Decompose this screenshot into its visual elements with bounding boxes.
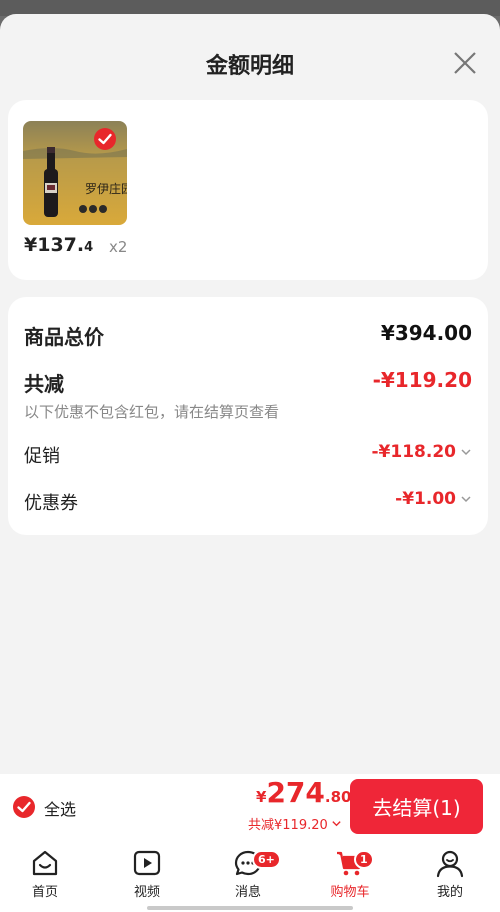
chevron-down-icon xyxy=(461,496,471,503)
close-button[interactable] xyxy=(450,48,480,78)
promotion-label: 促销 xyxy=(24,446,60,467)
product-card: 罗伊庄园 ¥137.4 x2 xyxy=(8,100,488,280)
product-quantity: x2 xyxy=(109,238,128,256)
saved-amount-toggle[interactable]: 共减¥119.20 xyxy=(248,814,342,833)
video-icon xyxy=(133,850,161,876)
bottom-tab-bar: 首页 视频 消息 6+ 购物车 1 我的 xyxy=(0,842,500,912)
select-all-checkbox[interactable] xyxy=(12,795,36,819)
total-reduction-label: 共减 xyxy=(24,372,64,396)
checkout-button[interactable]: 去结算(1) xyxy=(350,779,483,834)
tab-profile[interactable]: 我的 xyxy=(410,848,490,908)
total-reduction-row: 共减 -¥119.20 xyxy=(24,368,472,396)
select-all-label[interactable]: 全选 xyxy=(44,796,76,820)
total-price-label: 商品总价 xyxy=(24,325,104,349)
total-price-value: ¥394.00 xyxy=(380,321,472,345)
promotion-row[interactable]: 促销 -¥118.20 xyxy=(24,442,472,468)
tab-cart[interactable]: 购物车 1 xyxy=(310,848,390,908)
sheet-title: 金额明细 xyxy=(205,54,294,79)
tab-messages[interactable]: 消息 6+ xyxy=(208,848,288,908)
tab-home[interactable]: 首页 xyxy=(5,848,85,908)
reduction-note: 以下优惠不包含红包，请在结算页查看 xyxy=(24,403,280,421)
coupon-row[interactable]: 优惠券 -¥1.00 xyxy=(24,489,472,515)
coupon-label: 优惠券 xyxy=(24,493,78,514)
svg-text:罗伊庄园: 罗伊庄园 xyxy=(85,181,127,196)
messages-badge: 6+ xyxy=(252,850,281,869)
home-icon xyxy=(32,850,58,876)
total-price-row: 商品总价 ¥394.00 xyxy=(24,321,472,349)
home-indicator xyxy=(147,906,353,910)
selected-check-icon[interactable] xyxy=(93,127,117,151)
chevron-down-icon xyxy=(332,821,341,827)
close-icon xyxy=(454,52,476,74)
product-price: ¥137.4 xyxy=(24,234,94,256)
coupon-value[interactable]: -¥1.00 xyxy=(395,489,472,509)
tab-video[interactable]: 视频 xyxy=(107,848,187,908)
promotion-value[interactable]: -¥118.20 xyxy=(372,442,473,462)
checkout-bar: 全选 ¥274.80 共减¥119.20 去结算(1) xyxy=(0,774,500,842)
total-reduction-value: -¥119.20 xyxy=(372,368,472,392)
chevron-down-icon xyxy=(461,449,471,456)
payable-total: ¥274.80 xyxy=(256,776,352,809)
price-summary-card: 商品总价 ¥394.00 共减 -¥119.20 以下优惠不包含红包，请在结算页… xyxy=(8,297,488,535)
profile-icon xyxy=(436,850,464,878)
amount-detail-sheet: 金额明细 罗伊庄 ¥137.4 x2 商品总价 ¥394.00 共减 -¥119… xyxy=(0,14,500,774)
cart-badge: 1 xyxy=(354,850,374,869)
